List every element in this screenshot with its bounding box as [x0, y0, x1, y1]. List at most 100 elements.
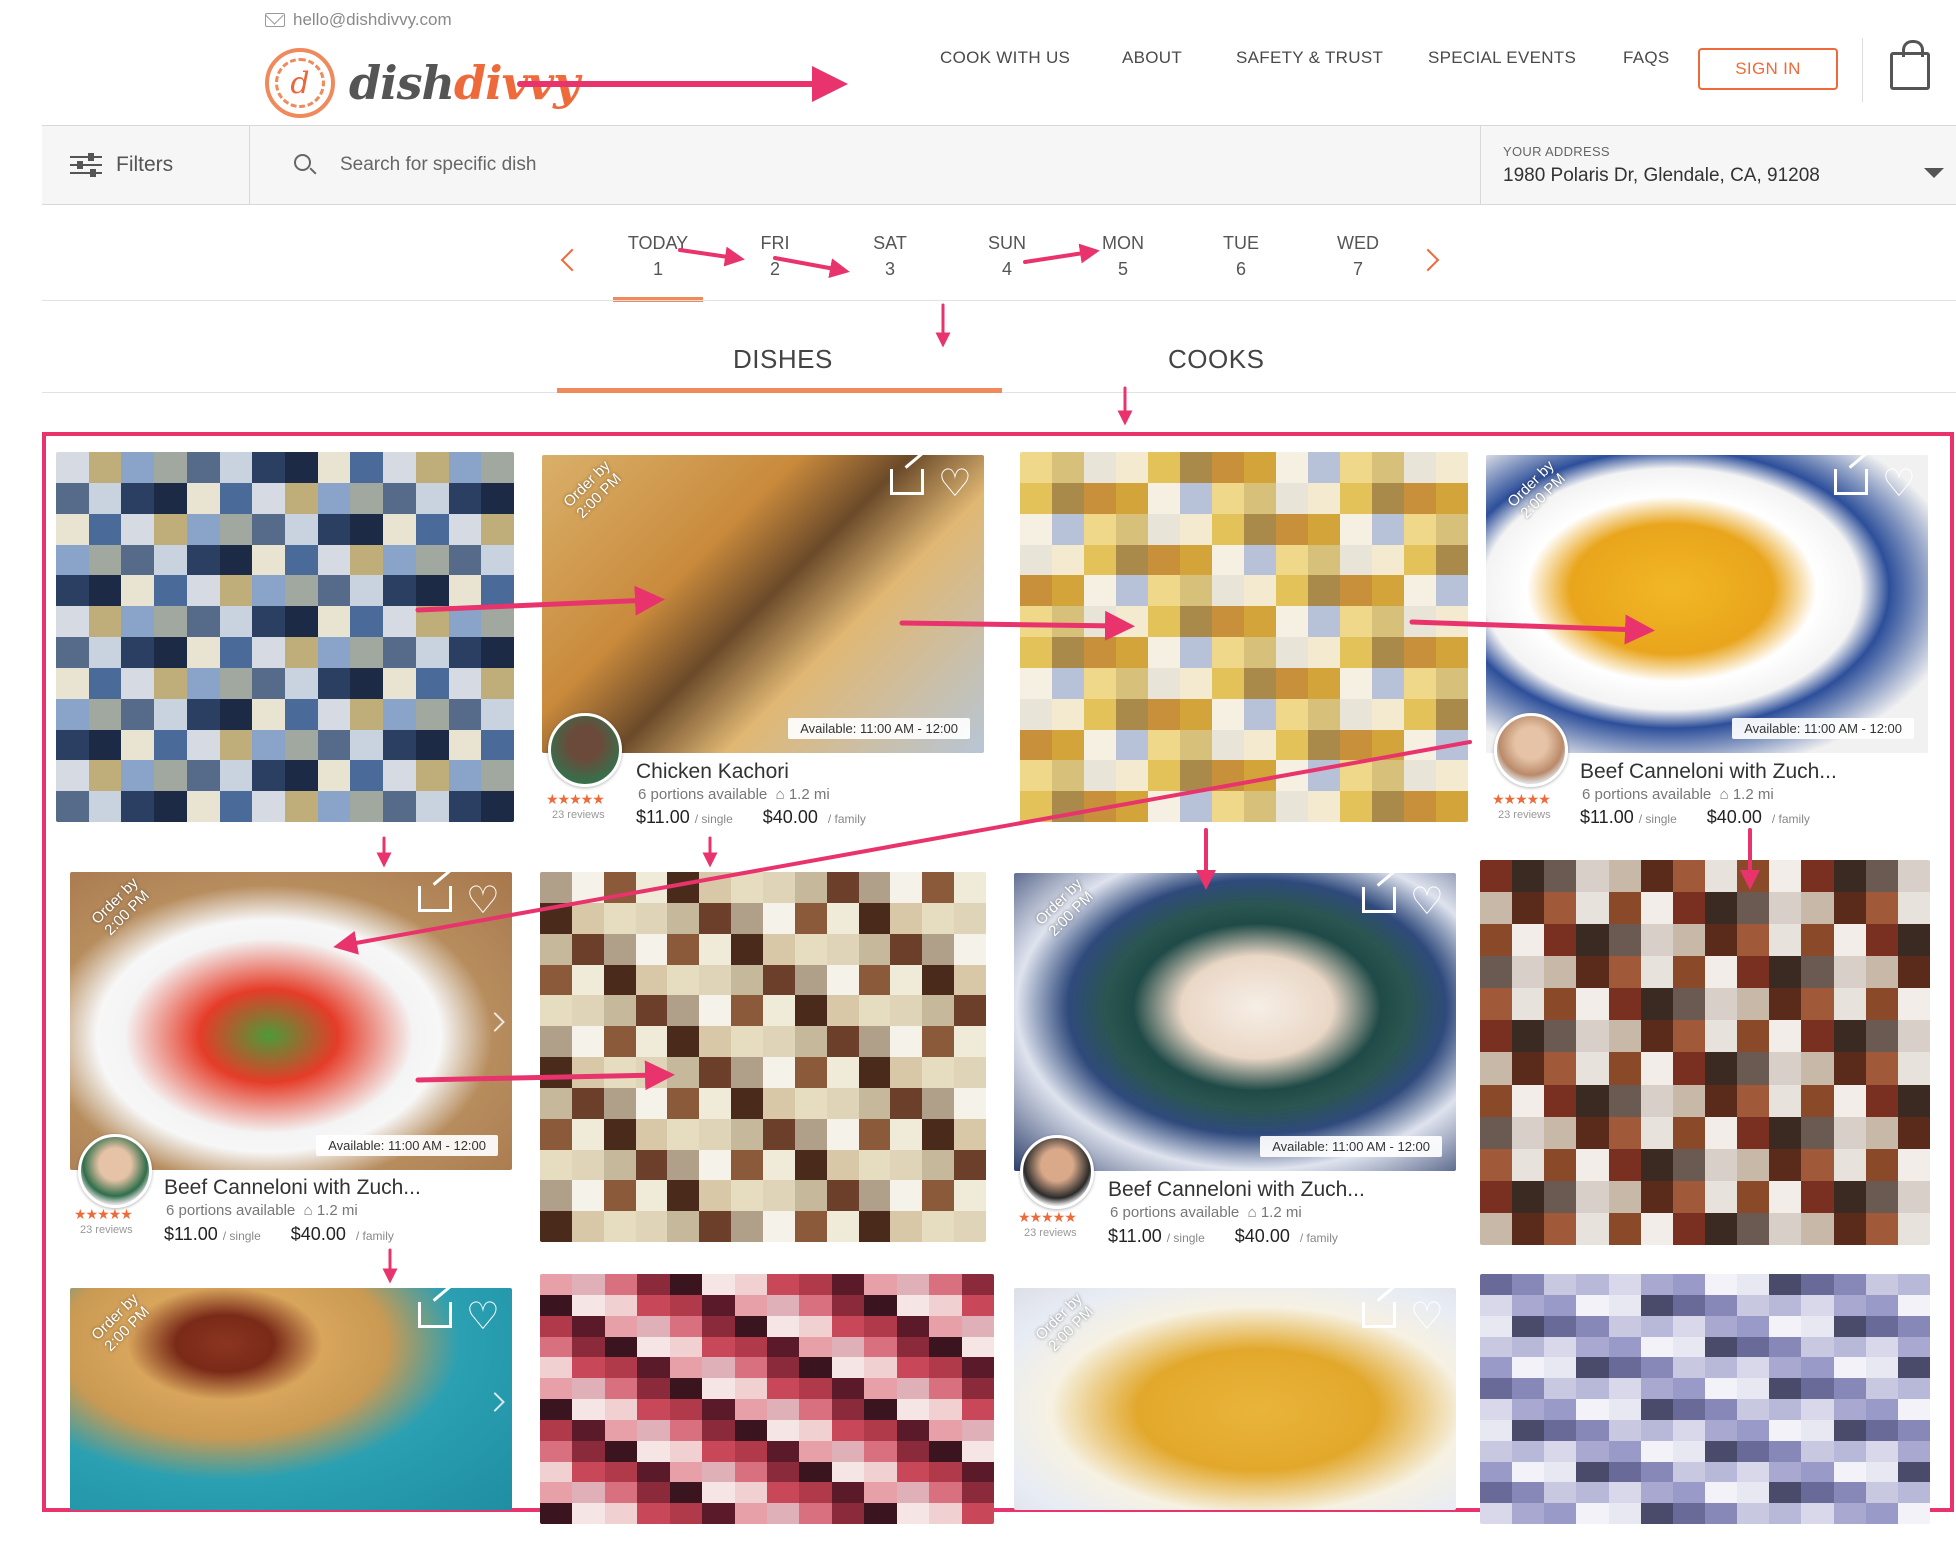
availability-label: Available: 11:00 AM - 12:00: [1260, 1136, 1442, 1157]
day-selector: TODAY 1 FRI 2 SAT 3 SUN 4 MON 5 TUE 6 WED 7: [0, 230, 1956, 302]
tab-cooks[interactable]: COOKS: [1168, 344, 1264, 375]
cook-avatar[interactable]: [1020, 1135, 1094, 1209]
dish-card[interactable]: Order by 2:00 PM ♡: [70, 1288, 512, 1510]
day-today[interactable]: TODAY 1: [613, 230, 703, 302]
share-icon[interactable]: [418, 886, 452, 912]
pixelated-image: [540, 1274, 994, 1524]
logo-mark: d: [265, 48, 335, 118]
dish-card-blurred[interactable]: [540, 1274, 994, 1524]
pixelated-image: [1480, 860, 1930, 1245]
dish-card[interactable]: Order by 2:00 PM ♡ Available: 11:00 AM - …: [1014, 873, 1456, 1253]
shopping-bag-icon[interactable]: [1890, 40, 1930, 90]
dish-name[interactable]: Beef Canneloni with Zuch...: [164, 1176, 421, 1200]
dish-card[interactable]: Order by 2:00 PM ♡ Available: 11:00 AM - …: [70, 872, 512, 1252]
dish-image[interactable]: Order by 2:00 PM ♡ Available: 11:00 AM - …: [1014, 873, 1456, 1171]
order-by-badge: Order by 2:00 PM: [1032, 875, 1097, 940]
address-label: YOUR ADDRESS: [1503, 144, 1610, 159]
day-tue[interactable]: TUE 6: [1196, 230, 1286, 282]
dish-card[interactable]: Order by 2:00 PM ♡ Available: 11:00 AM - …: [1486, 455, 1928, 835]
header-divider: [1862, 38, 1863, 102]
day-fri[interactable]: FRI 2: [730, 230, 820, 282]
nav-faqs[interactable]: FAQS: [1623, 48, 1670, 68]
review-count: 23 reviews: [1498, 809, 1551, 821]
active-tab-indicator: [557, 388, 1002, 393]
logo-text: dishdivvy: [349, 56, 580, 110]
contact-email[interactable]: hello@dishdivvy.com: [265, 10, 452, 30]
order-by-badge: Order by 2:00 PM: [88, 874, 153, 939]
dish-image-blurred: [540, 872, 986, 1242]
cook-avatar[interactable]: [78, 1134, 152, 1208]
nav-special-events[interactable]: SPECIAL EVENTS: [1428, 48, 1576, 68]
cook-avatar[interactable]: [548, 713, 622, 787]
dish-card-blurred[interactable]: [1020, 452, 1468, 832]
share-icon[interactable]: [1834, 469, 1868, 495]
tab-dishes[interactable]: DISHES: [733, 344, 833, 375]
day-wed[interactable]: WED 7: [1313, 230, 1403, 282]
pixelated-image: [56, 452, 514, 822]
search-input[interactable]: [340, 146, 1200, 184]
rating-stars: ★★★★★: [546, 791, 605, 807]
search-icon: [294, 154, 311, 171]
share-icon[interactable]: [890, 469, 924, 495]
dish-name[interactable]: Beef Canneloni with Zuch...: [1580, 760, 1837, 784]
day-sat[interactable]: SAT 3: [845, 230, 935, 282]
dish-card-blurred[interactable]: [540, 872, 986, 1252]
heart-icon[interactable]: ♡: [1410, 883, 1444, 921]
dish-name[interactable]: Beef Canneloni with Zuch...: [1108, 1178, 1365, 1202]
heart-icon[interactable]: ♡: [466, 1298, 500, 1336]
dish-image[interactable]: Order by 2:00 PM ♡: [70, 1288, 512, 1510]
dish-image[interactable]: Order by 2:00 PM ♡ Available: 11:00 AM - …: [70, 872, 512, 1170]
rating-stars: ★★★★★: [74, 1206, 133, 1222]
filters-button[interactable]: Filters: [42, 126, 250, 204]
nav-about[interactable]: ABOUT: [1122, 48, 1182, 68]
share-icon[interactable]: [1362, 887, 1396, 913]
mail-icon: [265, 13, 285, 27]
cook-avatar[interactable]: [1494, 713, 1568, 787]
price-row: $11.00 / single $40.00 / family: [1580, 807, 1810, 827]
availability-label: Available: 11:00 AM - 12:00: [788, 718, 970, 739]
share-icon[interactable]: [1362, 1302, 1396, 1328]
availability-label: Available: 11:00 AM - 12:00: [1732, 718, 1914, 739]
share-icon[interactable]: [418, 1302, 452, 1328]
filter-icon: [70, 153, 102, 177]
review-count: 23 reviews: [1024, 1227, 1077, 1239]
dish-image[interactable]: Order by 2:00 PM ♡: [1014, 1288, 1456, 1510]
portions-available: 6 portions available ⌂ 1.2 mi: [1110, 1204, 1302, 1221]
heart-icon[interactable]: ♡: [1410, 1298, 1444, 1336]
nav-safety-trust[interactable]: SAFETY & TRUST: [1236, 48, 1383, 68]
nav-cook-with-us[interactable]: COOK WITH US: [940, 48, 1070, 68]
dish-image-blurred: [1480, 1274, 1930, 1524]
portions-available: 6 portions available ⌂ 1.2 mi: [638, 786, 830, 803]
dish-card-blurred[interactable]: [1480, 1274, 1930, 1524]
heart-icon[interactable]: ♡: [1882, 465, 1916, 503]
chevron-right-icon[interactable]: [1416, 248, 1440, 272]
dish-image-blurred: [1480, 860, 1930, 1245]
dish-image-blurred: [540, 1274, 994, 1524]
review-count: 23 reviews: [552, 809, 605, 821]
chevron-down-icon[interactable]: [1924, 168, 1944, 178]
heart-icon[interactable]: ♡: [938, 465, 972, 503]
logo[interactable]: d dishdivvy: [265, 48, 580, 118]
price-row: $11.00 / single $40.00 / family: [164, 1224, 394, 1244]
chevron-right-icon[interactable]: [485, 1391, 505, 1412]
order-by-badge: Order by 2:00 PM: [560, 457, 625, 522]
sign-in-button[interactable]: SIGN IN: [1698, 48, 1838, 90]
chevron-right-icon[interactable]: [485, 1012, 505, 1032]
dish-image[interactable]: Order by 2:00 PM ♡ Available: 11:00 AM - …: [1486, 455, 1928, 753]
chevron-left-icon[interactable]: [560, 248, 584, 272]
dish-name[interactable]: Chicken Kachori: [636, 760, 789, 784]
dish-card[interactable]: Order by 2:00 PM ♡ Available: 11:00 AM - …: [542, 455, 984, 835]
heart-icon[interactable]: ♡: [466, 882, 500, 920]
day-mon[interactable]: MON 5: [1078, 230, 1168, 282]
day-sun[interactable]: SUN 4: [962, 230, 1052, 282]
dish-card-blurred[interactable]: [1480, 860, 1930, 1250]
pixelated-image: [540, 872, 986, 1242]
dish-image[interactable]: Order by 2:00 PM ♡ Available: 11:00 AM - …: [542, 455, 984, 753]
dish-card-blurred[interactable]: [56, 452, 514, 832]
price-row: $11.00 / single $40.00 / family: [636, 807, 866, 827]
address-value: 1980 Polaris Dr, Glendale, CA, 91208: [1503, 165, 1820, 186]
dish-card[interactable]: Order by 2:00 PM ♡: [1014, 1288, 1456, 1510]
pixelated-image: [1020, 452, 1468, 822]
address-selector[interactable]: YOUR ADDRESS 1980 Polaris Dr, Glendale, …: [1480, 126, 1956, 204]
portions-available: 6 portions available ⌂ 1.2 mi: [1582, 786, 1774, 803]
